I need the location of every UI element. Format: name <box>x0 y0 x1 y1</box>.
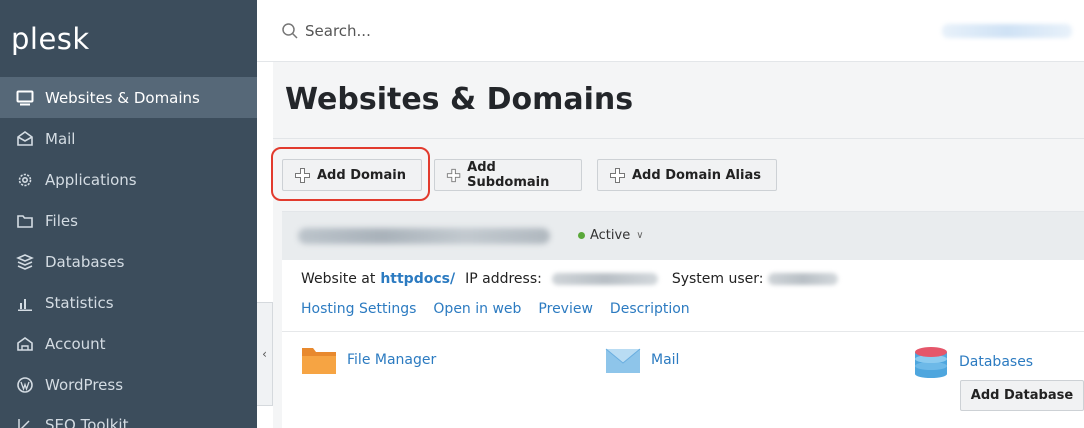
top-bar <box>257 0 1084 62</box>
account-icon <box>16 335 34 353</box>
sidebar-item-label: Databases <box>45 252 125 271</box>
website-at-label: Website at <box>301 271 376 287</box>
sidebar-item-label: Statistics <box>45 293 114 312</box>
sidebar-item-websites-domains[interactable]: Websites & Domains <box>0 77 257 118</box>
add-subdomain-button[interactable]: Add Subdomain <box>434 159 582 191</box>
hosting-settings-link[interactable]: Hosting Settings <box>301 301 416 317</box>
sidebar-collapse-toggle[interactable]: ‹ <box>257 302 273 406</box>
redacted-domain-name[interactable] <box>298 228 550 244</box>
mail-label: Mail <box>651 352 680 368</box>
sidebar-item-label: Websites & Domains <box>45 88 200 107</box>
highlight-outline <box>271 147 430 201</box>
monitor-icon <box>16 89 34 107</box>
domain-header: Active ∨ <box>282 212 1084 260</box>
plus-icon <box>446 168 461 182</box>
sidebar-item-label: Applications <box>45 170 137 189</box>
plesk-logo[interactable]: plesk <box>0 0 257 77</box>
system-user-label: System user: <box>671 271 764 287</box>
database-cylinder-icon <box>915 347 947 378</box>
ip-address-label: IP address: <box>465 271 542 287</box>
redacted-system-user <box>767 273 838 285</box>
status-label: Active <box>590 228 631 243</box>
sidebar-item-label: Files <box>45 211 78 230</box>
open-in-web-link[interactable]: Open in web <box>433 301 521 317</box>
gear-icon <box>16 171 34 189</box>
add-domain-alias-button[interactable]: Add Domain Alias <box>597 159 777 191</box>
domain-card: Active ∨ Website at httpdocs/ IP address… <box>282 211 1084 428</box>
sidebar-item-label: Account <box>45 334 106 353</box>
sidebar-item-mail[interactable]: Mail <box>0 118 257 159</box>
domain-links: Hosting Settings Open in web Preview Des… <box>301 301 707 317</box>
main-content: Websites & Domains Add Domain Add Subdom… <box>271 62 1084 428</box>
status-dot-icon <box>578 232 585 239</box>
description-link[interactable]: Description <box>610 301 690 317</box>
redacted-top-link[interactable] <box>942 24 1072 38</box>
docroot-link[interactable]: httpdocs/ <box>380 271 455 287</box>
sidebar-item-seo-toolkit[interactable]: SEO Toolkit <box>0 404 257 428</box>
plus-icon <box>610 167 625 183</box>
sidebar-item-applications[interactable]: Applications <box>0 159 257 200</box>
sidebar-item-label: WordPress <box>45 375 124 394</box>
folder-icon <box>302 348 336 374</box>
sidebar-item-databases[interactable]: Databases <box>0 241 257 282</box>
file-manager-tool[interactable]: File Manager <box>301 345 436 375</box>
add-database-button[interactable]: Add Database <box>960 380 1084 411</box>
add-domain-alias-label: Add Domain Alias <box>632 167 761 183</box>
database-icon <box>16 253 34 271</box>
sidebar: plesk Websites & Domains Mail Applicatio… <box>0 0 257 428</box>
sidebar-item-account[interactable]: Account <box>0 323 257 364</box>
search-icon <box>282 22 298 39</box>
chevron-down-icon: ∨ <box>636 230 644 241</box>
status-dropdown[interactable]: Active ∨ <box>578 228 644 243</box>
sidebar-item-label: SEO Toolkit <box>45 415 129 428</box>
mail-icon <box>16 130 34 148</box>
sidebar-item-label: Mail <box>45 129 76 148</box>
redacted-ip-address <box>551 273 658 285</box>
sidebar-item-wordpress[interactable]: WordPress <box>0 364 257 405</box>
chart-icon <box>16 294 34 312</box>
databases-label: Databases <box>959 354 1034 370</box>
folder-icon <box>16 212 34 230</box>
mail-tool[interactable]: Mail <box>605 345 679 375</box>
divider <box>273 138 1084 139</box>
preview-link[interactable]: Preview <box>538 301 593 317</box>
file-manager-label: File Manager <box>347 352 437 368</box>
wordpress-icon <box>16 376 34 394</box>
mail-envelope-icon <box>605 348 641 373</box>
domain-info-line: Website at httpdocs/ IP address: System … <box>301 271 838 287</box>
sidebar-item-files[interactable]: Files <box>0 200 257 241</box>
seo-icon <box>16 416 34 428</box>
divider <box>282 331 1084 332</box>
databases-tool[interactable]: Databases <box>913 345 1033 379</box>
page-title: Websites & Domains <box>285 82 634 117</box>
add-subdomain-label: Add Subdomain <box>467 160 550 190</box>
chevron-left-icon: ‹ <box>262 347 267 361</box>
search-input[interactable] <box>305 21 605 40</box>
sidebar-item-statistics[interactable]: Statistics <box>0 282 257 323</box>
